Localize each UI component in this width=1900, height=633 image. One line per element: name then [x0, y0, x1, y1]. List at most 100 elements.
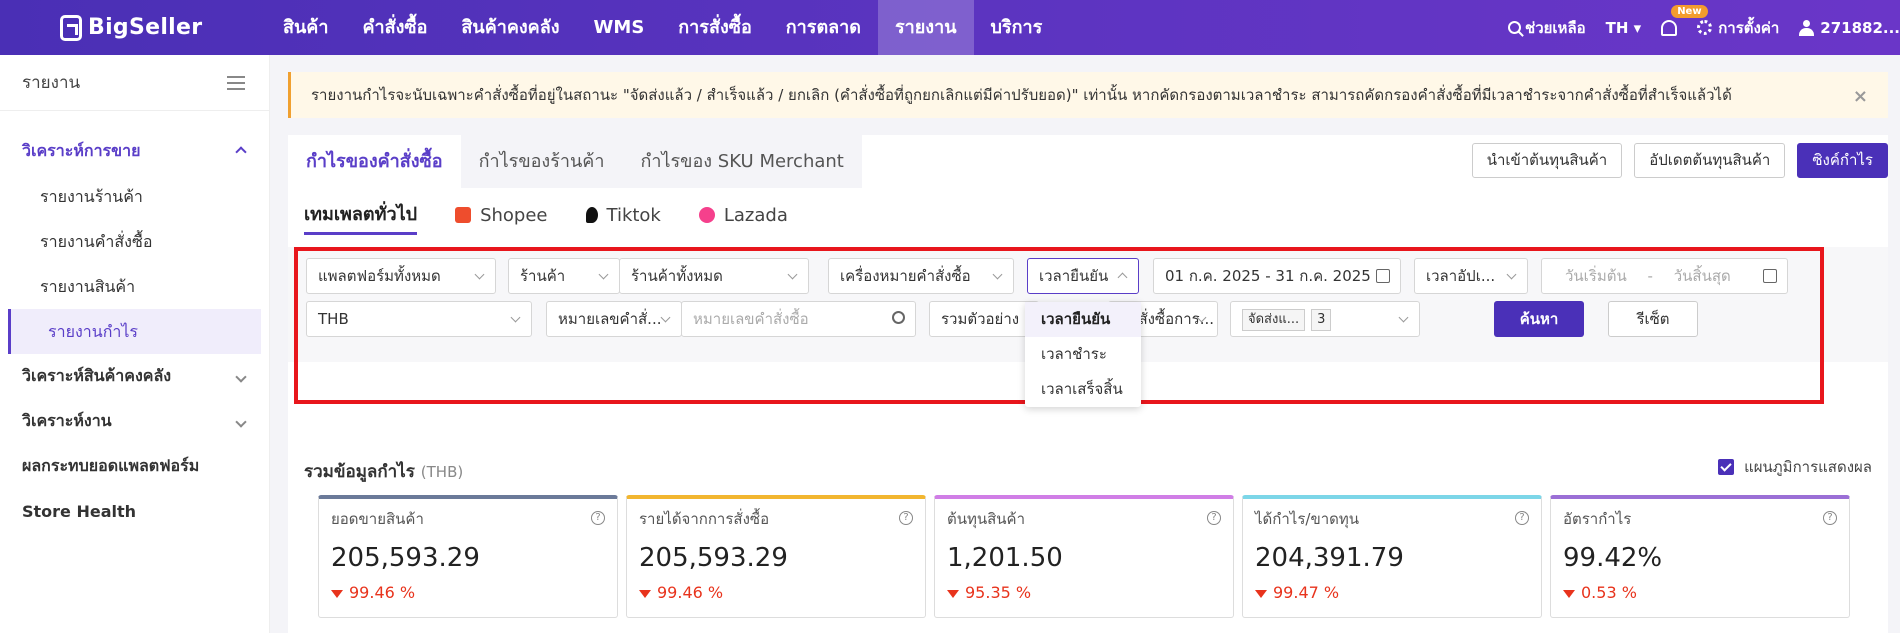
tiktok-icon [585, 207, 598, 223]
brand-logo[interactable]: BigSeller [60, 14, 260, 41]
chevron-down-icon [235, 370, 247, 383]
metric-change-value: 99.46 % [349, 583, 416, 602]
sidebar-item-order-report[interactable]: รายงานคำสั่งซื้อ [0, 219, 269, 264]
tab-order-profit[interactable]: กำไรของคำสั่งซื้อ [288, 135, 461, 188]
metric-card-product-cost: ต้นทุนสินค้า ? 1,201.50 95.35 % [934, 495, 1234, 618]
help-link[interactable]: ช่วยเหลือ [1508, 16, 1586, 40]
help-icon[interactable]: ? [1515, 511, 1529, 525]
metric-change-value: 99.47 % [1273, 583, 1340, 602]
down-arrow-icon [639, 589, 651, 598]
chevron-up-icon [235, 145, 247, 158]
dropdown-option-payment-time[interactable]: เวลาชำระ [1025, 337, 1141, 372]
shopee-icon [455, 207, 472, 223]
sync-profit-button[interactable]: ซิงค์กำไร [1797, 143, 1888, 178]
nav-item-wms[interactable]: WMS [577, 0, 662, 55]
metric-label: ต้นทุนสินค้า [947, 510, 1026, 528]
sidebar-item-store-report[interactable]: รายงานร้านค้า [0, 174, 269, 219]
metric-label: ยอดขายสินค้า [331, 510, 424, 528]
action-buttons: นำเข้าต้นทุนสินค้า อัปเดตต้นทุนสินค้า ซิ… [1460, 143, 1888, 178]
metric-change: 99.46 % [331, 583, 415, 602]
metric-value: 1,201.50 [947, 543, 1063, 573]
sidebar-item-platform-impact[interactable]: ผลกระทบยอดแพลตฟอร์ม [0, 444, 269, 489]
nav-item-purchasing[interactable]: การสั่งซื้อ [661, 0, 768, 55]
report-tabs: กำไรของคำสั่งซื้อ กำไรของร้านค้า กำไรของ… [288, 135, 862, 188]
brand-name: BigSeller [88, 15, 203, 40]
sidebar-group-label: วิเคราะห์สินค้าคงคลัง [22, 366, 172, 385]
chart-toggle-label: แผนภูมิการแสดงผล [1744, 458, 1872, 476]
metric-value: 205,593.29 [331, 543, 480, 573]
metric-card-profit-loss: ได้กำไร/ขาดทุน ? 204,391.79 99.47 % [1242, 495, 1542, 618]
sidebar-group-label: วิเคราะห์งาน [22, 411, 112, 430]
tab-tiktok[interactable]: Tiktok [585, 195, 661, 235]
settings-link[interactable]: การตั้งค่า [1697, 16, 1779, 40]
platform-tabs: เทมเพลตทั่วไป Shopee Tiktok Lazada [304, 195, 826, 235]
nav-item-inventory[interactable]: สินค้าคงคลัง [444, 0, 576, 55]
help-icon[interactable]: ? [1207, 511, 1221, 525]
metric-change-value: 0.53 % [1581, 583, 1637, 602]
user-icon [1799, 19, 1815, 36]
lazada-icon [698, 207, 715, 223]
sidebar-item-store-health[interactable]: Store Health [0, 489, 269, 534]
metric-change: 95.35 % [947, 583, 1031, 602]
nav-item-services[interactable]: บริการ [974, 0, 1060, 55]
chevron-down-icon [235, 415, 247, 428]
sidebar-group-work-analysis[interactable]: วิเคราะห์งาน [0, 399, 269, 444]
close-icon[interactable]: × [1853, 86, 1868, 107]
tab-label: Lazada [723, 204, 788, 226]
user-name: 271882... [1820, 18, 1900, 37]
summary-currency: (THB) [420, 463, 464, 481]
help-icon[interactable]: ? [591, 511, 605, 525]
sidebar-group-sales-analysis[interactable]: วิเคราะห์การขาย [0, 129, 269, 174]
metric-label: อัตรากำไร [1563, 510, 1632, 528]
nav-item-reports[interactable]: รายงาน [877, 0, 974, 55]
sidebar-item-product-report[interactable]: รายงานสินค้า [0, 264, 269, 309]
notification-button[interactable]: New [1661, 4, 1708, 36]
tab-shopee[interactable]: Shopee [455, 195, 548, 235]
metric-change: 99.46 % [639, 583, 723, 602]
import-cost-button[interactable]: นำเข้าต้นทุนสินค้า [1471, 143, 1623, 178]
dropdown-option-confirm-time[interactable]: เวลายืนยัน [1025, 302, 1141, 337]
gear-icon [1697, 20, 1713, 35]
metric-change-value: 99.46 % [657, 583, 724, 602]
notice-banner: รายงานกำไรจะนับเฉพาะคำสั่งซื้อที่อยู่ในส… [288, 72, 1888, 118]
metric-card-order-revenue: รายได้จากการสั่งซื้อ ? 205,593.29 99.46 … [626, 495, 926, 618]
collapse-menu-icon[interactable] [227, 75, 245, 90]
tab-lazada[interactable]: Lazada [698, 195, 788, 235]
settings-label: การตั้งค่า [1718, 18, 1780, 37]
language-selector[interactable]: TH ▾ [1606, 19, 1642, 37]
metric-change-value: 95.35 % [965, 583, 1032, 602]
nav-item-marketing[interactable]: การตลาด [769, 0, 878, 55]
sidebar-item-profit-report[interactable]: รายงานกำไร [8, 309, 261, 354]
top-navigation: BigSeller สินค้า คำสั่งซื้อ สินค้าคงคลัง… [0, 0, 1900, 55]
summary-title: รวมข้อมูลกำไร (THB) [304, 458, 463, 485]
sidebar-group-label: วิเคราะห์การขาย [22, 141, 141, 160]
help-icon[interactable]: ? [899, 511, 913, 525]
metric-value: 204,391.79 [1255, 543, 1404, 573]
nav-item-orders[interactable]: คำสั่งซื้อ [345, 0, 444, 55]
time-type-dropdown-menu: เวลายืนยัน เวลาชำระ เวลาเสร็จสิ้น [1025, 302, 1141, 407]
down-arrow-icon [947, 589, 959, 598]
dropdown-option-completed-time[interactable]: เวลาเสร็จสิ้น [1025, 372, 1141, 407]
down-arrow-icon [1563, 589, 1575, 598]
down-arrow-icon [1255, 589, 1267, 598]
checkbox-checked-icon [1718, 459, 1735, 475]
nav-item-products[interactable]: สินค้า [266, 0, 345, 55]
sidebar: รายงาน วิเคราะห์การขาย รายงานร้านค้า ราย… [0, 55, 270, 633]
user-menu[interactable]: 271882... [1799, 19, 1900, 37]
tab-label: Shopee [480, 204, 548, 226]
tab-sku-profit[interactable]: กำไรของ SKU Merchant [622, 135, 862, 188]
chart-display-toggle[interactable]: แผนภูมิการแสดงผล [1718, 455, 1872, 479]
sidebar-group-inventory-analysis[interactable]: วิเคราะห์สินค้าคงคลัง [0, 354, 269, 399]
logo-icon [60, 14, 82, 41]
tab-general-template[interactable]: เทมเพลตทั่วไป [304, 195, 418, 235]
help-icon[interactable]: ? [1823, 511, 1837, 525]
metric-card-product-sales: ยอดขายสินค้า ? 205,593.29 99.46 % [318, 495, 618, 618]
tab-store-profit[interactable]: กำไรของร้านค้า [460, 135, 623, 188]
bell-icon [1661, 19, 1678, 36]
metric-change: 99.47 % [1255, 583, 1339, 602]
search-icon [1508, 21, 1522, 34]
update-cost-button[interactable]: อัปเดตต้นทุนสินค้า [1634, 143, 1786, 178]
metric-value: 99.42% [1563, 543, 1663, 573]
metric-change: 0.53 % [1563, 583, 1637, 602]
sidebar-header: รายงาน [0, 55, 269, 111]
